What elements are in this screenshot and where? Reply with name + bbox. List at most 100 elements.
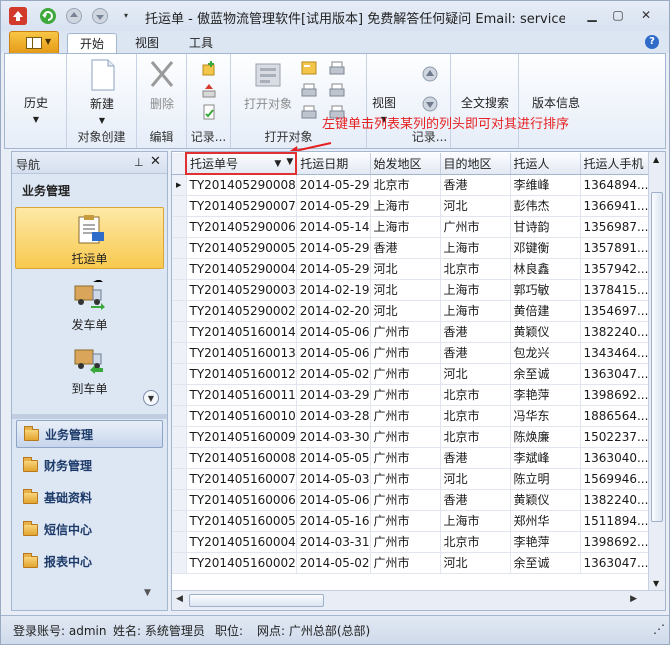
table-cell[interactable]: 2014-03-28 xyxy=(296,405,371,427)
table-cell[interactable]: 2014-05-29 xyxy=(296,174,371,196)
row-indicator[interactable] xyxy=(172,216,187,238)
close-icon[interactable]: ✕ xyxy=(150,154,161,169)
form-icon[interactable] xyxy=(301,60,317,76)
table-cell[interactable]: 甘诗韵 xyxy=(510,216,581,238)
table-cell[interactable]: 李斌峰 xyxy=(510,447,581,469)
nav-category-basic-data[interactable]: 基础资料 xyxy=(16,484,163,512)
table-cell[interactable]: TY201405160008 xyxy=(186,447,297,469)
nav-splitter[interactable] xyxy=(12,414,167,419)
table-cell[interactable]: TY201405290003 xyxy=(186,279,297,301)
table-row[interactable]: TY201405160008 2014-05-05 广州市 香港 李斌峰 1363040.… xyxy=(172,447,656,469)
row-indicator[interactable] xyxy=(172,384,187,406)
refresh-icon[interactable] xyxy=(39,7,57,25)
table-cell[interactable]: 1382240... xyxy=(580,489,656,511)
table-cell[interactable]: TY201405160004 xyxy=(186,531,297,553)
tab-start[interactable]: 开始 xyxy=(67,33,118,53)
row-indicator[interactable] xyxy=(172,426,187,448)
table-cell[interactable]: 2014-05-16 xyxy=(296,510,371,532)
table-cell[interactable]: 陈焕廉 xyxy=(510,426,581,448)
table-cell[interactable]: 冯华东 xyxy=(510,405,581,427)
table-cell[interactable]: 包龙兴 xyxy=(510,342,581,364)
table-cell[interactable]: 1363040... xyxy=(580,447,656,469)
table-cell[interactable]: 河北 xyxy=(370,258,441,280)
table-cell[interactable]: 1511894... xyxy=(580,510,656,532)
table-cell[interactable]: 广州市 xyxy=(370,384,441,406)
table-cell[interactable]: 1363047... xyxy=(580,552,656,574)
table-cell[interactable]: 2014-02-20 xyxy=(296,300,371,322)
document-check-icon[interactable] xyxy=(201,104,217,120)
table-cell[interactable]: 北京市 xyxy=(440,405,511,427)
table-cell[interactable]: 2014-05-29 xyxy=(296,237,371,259)
current-row-indicator-icon[interactable]: ▶ xyxy=(172,174,187,196)
table-cell[interactable]: 2014-03-30 xyxy=(296,426,371,448)
table-cell[interactable]: 黄倍建 xyxy=(510,300,581,322)
table-cell[interactable]: 2014-05-29 xyxy=(296,258,371,280)
table-cell[interactable]: 河北 xyxy=(370,279,441,301)
table-cell[interactable]: 2014-05-06 xyxy=(296,342,371,364)
minimize-icon[interactable]: ▁ xyxy=(581,7,603,25)
table-cell[interactable]: 1886564... xyxy=(580,405,656,427)
nav-category-finance[interactable]: 财务管理 xyxy=(16,452,163,480)
table-cell[interactable]: 余至诚 xyxy=(510,363,581,385)
row-indicator[interactable] xyxy=(172,321,187,343)
print-setup-icon[interactable] xyxy=(329,82,345,98)
table-cell[interactable]: 上海市 xyxy=(440,300,511,322)
move-down-icon[interactable] xyxy=(422,96,438,112)
table-cell[interactable]: 2014-05-02 xyxy=(296,363,371,385)
move-up-icon[interactable] xyxy=(422,66,438,82)
table-cell[interactable]: 广州市 xyxy=(370,489,441,511)
table-cell[interactable]: 河北 xyxy=(440,363,511,385)
table-cell[interactable]: 香港 xyxy=(440,174,511,196)
table-cell[interactable]: 1357942... xyxy=(580,258,656,280)
row-indicator[interactable] xyxy=(172,258,187,280)
fulltext-search-button[interactable]: 全文搜索 xyxy=(455,94,515,111)
row-indicator[interactable] xyxy=(172,300,187,322)
table-cell[interactable]: 2014-05-29 xyxy=(296,195,371,217)
table-cell[interactable]: TY201405290005 xyxy=(186,237,297,259)
help-icon[interactable]: ? xyxy=(645,35,659,49)
table-cell[interactable]: 1363047... xyxy=(580,363,656,385)
scroll-thumb[interactable] xyxy=(651,192,663,522)
table-cell[interactable]: 2014-05-06 xyxy=(296,489,371,511)
nav-tile-dispatch[interactable]: 发车单 xyxy=(15,274,164,336)
table-cell[interactable]: 广州市 xyxy=(370,447,441,469)
resize-grip-icon[interactable]: ⋰ xyxy=(653,622,665,640)
column-header-shipper-phone[interactable]: 托运人手机 xyxy=(580,153,656,175)
scroll-left-icon[interactable]: ◀ xyxy=(176,594,183,604)
table-cell[interactable]: 余至诚 xyxy=(510,552,581,574)
table-cell[interactable]: TY201405160014 xyxy=(186,321,297,343)
table-cell[interactable]: 1354697... xyxy=(580,300,656,322)
table-cell[interactable]: 1398692... xyxy=(580,384,656,406)
table-row[interactable]: TY201405160006 2014-05-06 广州市 香港 黄颖仪 1382240.… xyxy=(172,489,656,511)
table-cell[interactable]: TY201405160002 xyxy=(186,552,297,574)
table-cell[interactable]: 2014-05-05 xyxy=(296,447,371,469)
table-cell[interactable]: 河北 xyxy=(440,468,511,490)
table-cell[interactable]: TY201405290002 xyxy=(186,300,297,322)
history-button[interactable]: 历史 ▼ xyxy=(15,94,57,125)
vertical-scrollbar[interactable]: ▲ ▼ xyxy=(648,152,665,592)
table-cell[interactable]: 郭巧敏 xyxy=(510,279,581,301)
table-cell[interactable]: 1502237... xyxy=(580,426,656,448)
table-row[interactable]: TY201405160009 2014-03-30 广州市 北京市 陈焕廉 1502237… xyxy=(172,426,656,448)
column-header-destination[interactable]: 目的地区 xyxy=(440,153,511,175)
column-header-waybill-no[interactable]: 托运单号 ▼ ▼ xyxy=(184,152,298,175)
table-cell[interactable]: 2014-05-02 xyxy=(296,552,371,574)
table-cell[interactable]: 1343464... xyxy=(580,342,656,364)
print-list-icon[interactable] xyxy=(301,104,317,120)
table-cell[interactable]: 1364894... xyxy=(580,174,656,196)
table-row[interactable]: TY201405290007 2014-05-29 上海市 河北 彭伟杰 1366941.… xyxy=(172,195,656,217)
table-cell[interactable]: 李艳萍 xyxy=(510,531,581,553)
table-cell[interactable]: 香港 xyxy=(440,447,511,469)
table-row[interactable]: TY201405160010 2014-03-28 广州市 北京市 冯华东 1886564… xyxy=(172,405,656,427)
row-indicator[interactable] xyxy=(172,405,187,427)
table-cell[interactable]: TY201405160007 xyxy=(186,468,297,490)
close-icon[interactable]: ✕ xyxy=(635,7,657,25)
pin-icon[interactable]: ⊥ xyxy=(134,156,144,169)
table-row[interactable]: TY201405160013 2014-05-06 广州市 香港 包龙兴 1343464.… xyxy=(172,342,656,364)
forward-icon[interactable] xyxy=(91,7,109,25)
table-cell[interactable]: TY201405160009 xyxy=(186,426,297,448)
scroll-right-icon[interactable]: ▶ xyxy=(630,594,637,604)
row-indicator[interactable] xyxy=(172,489,187,511)
table-cell[interactable]: TY201405290004 xyxy=(186,258,297,280)
table-cell[interactable]: 1382240... xyxy=(580,321,656,343)
